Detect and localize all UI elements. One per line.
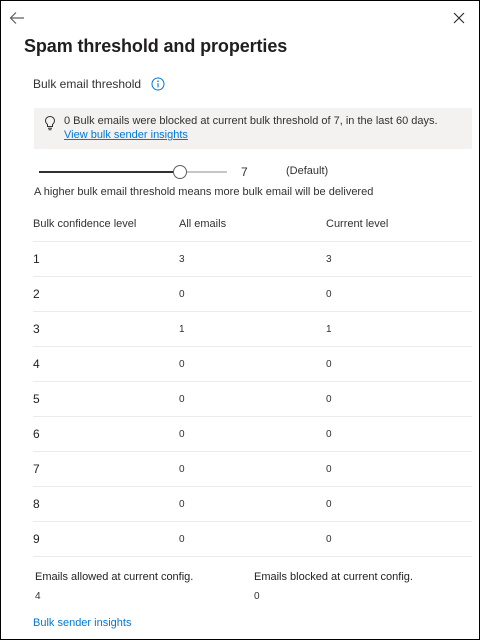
current-level-cell: 1: [326, 323, 332, 335]
info-banner: 0 Bulk emails were blocked at current bu…: [34, 108, 472, 149]
column-header-current-level: Current level: [326, 217, 389, 230]
level-cell: 9: [33, 532, 40, 546]
all-emails-cell: 0: [179, 463, 185, 475]
table-row: 1 3 3: [33, 242, 472, 277]
current-level-cell: 0: [326, 358, 332, 370]
table-row: 4 0 0: [33, 347, 472, 382]
banner-message: 0 Bulk emails were blocked at current bu…: [64, 114, 464, 142]
table-row: 9 0 0: [33, 522, 472, 557]
emails-blocked-value: 0: [254, 591, 260, 602]
view-bulk-sender-insights-link[interactable]: View bulk sender insights: [64, 129, 188, 141]
all-emails-cell: 0: [179, 288, 185, 300]
current-level-cell: 0: [326, 428, 332, 440]
all-emails-cell: 0: [179, 428, 185, 440]
all-emails-cell: 0: [179, 498, 185, 510]
bulk-sender-insights-link[interactable]: Bulk sender insights: [33, 617, 131, 629]
close-icon: [453, 12, 465, 24]
level-cell: 5: [33, 392, 40, 406]
bulk-level-table: Bulk confidence level All emails Current…: [33, 206, 472, 557]
table-row: 5 0 0: [33, 382, 472, 417]
slider-thumb[interactable]: [173, 165, 187, 179]
arrow-left-icon: [9, 12, 24, 24]
slider-fill: [39, 171, 180, 173]
level-cell: 2: [33, 287, 40, 301]
emails-allowed-label: Emails allowed at current config.: [35, 571, 194, 583]
table-row: 3 1 1: [33, 312, 472, 347]
threshold-label: Bulk email threshold: [33, 77, 142, 91]
current-level-cell: 0: [326, 498, 332, 510]
emails-blocked-label: Emails blocked at current config.: [254, 571, 413, 583]
emails-allowed-summary: Emails allowed at current config. 4: [35, 571, 193, 602]
level-cell: 3: [33, 322, 40, 336]
threshold-label-row: Bulk email threshold: [33, 77, 165, 91]
threshold-hint: A higher bulk email threshold means more…: [34, 186, 374, 198]
spam-threshold-panel: Spam threshold and properties Bulk email…: [0, 0, 480, 640]
level-cell: 4: [33, 357, 40, 371]
column-header-level: Bulk confidence level: [33, 217, 137, 230]
table-row: 8 0 0: [33, 487, 472, 522]
current-level-cell: 0: [326, 288, 332, 300]
level-cell: 6: [33, 427, 40, 441]
table-row: 6 0 0: [33, 417, 472, 452]
current-level-cell: 0: [326, 393, 332, 405]
current-level-cell: 3: [326, 253, 332, 265]
level-cell: 8: [33, 497, 40, 511]
emails-blocked-summary: Emails blocked at current config. 0: [254, 571, 413, 602]
close-button[interactable]: [450, 9, 468, 27]
back-button[interactable]: [8, 9, 26, 27]
all-emails-cell: 0: [179, 358, 185, 370]
current-level-cell: 0: [326, 533, 332, 545]
page-title: Spam threshold and properties: [24, 36, 288, 56]
table-row: 7 0 0: [33, 452, 472, 487]
table-header: Bulk confidence level All emails Current…: [33, 206, 472, 242]
current-level-cell: 0: [326, 463, 332, 475]
slider-value: 7: [241, 165, 248, 179]
banner-text: 0 Bulk emails were blocked at current bu…: [64, 115, 438, 127]
table-row: 2 0 0: [33, 277, 472, 312]
all-emails-cell: 0: [179, 533, 185, 545]
all-emails-cell: 1: [179, 323, 185, 335]
level-cell: 7: [33, 462, 40, 476]
column-header-all-emails: All emails: [179, 217, 227, 230]
lightbulb-icon: [44, 115, 56, 131]
bulk-threshold-slider[interactable]: [39, 164, 227, 180]
emails-allowed-value: 4: [35, 591, 41, 602]
all-emails-cell: 3: [179, 253, 185, 265]
level-cell: 1: [33, 252, 40, 266]
slider-default-label: (Default): [286, 165, 329, 177]
all-emails-cell: 0: [179, 393, 185, 405]
info-icon[interactable]: [151, 77, 165, 91]
